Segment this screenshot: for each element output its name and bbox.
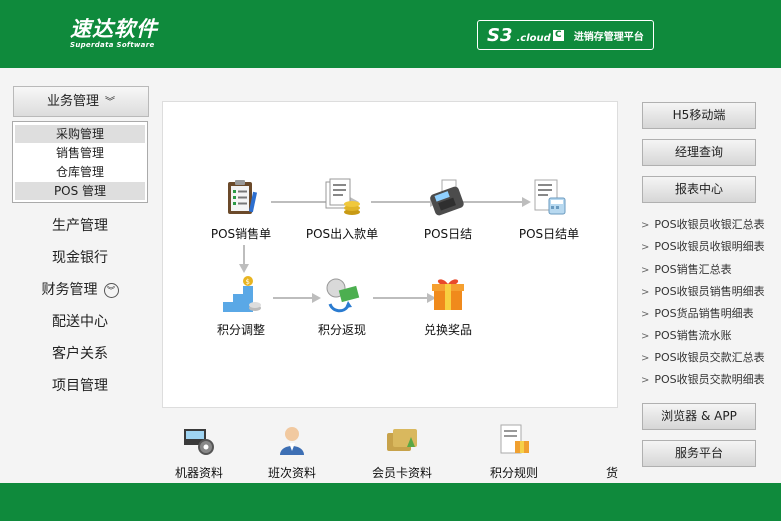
flow-points-return[interactable]: 积分返现 bbox=[300, 274, 384, 338]
flow-pos-daily[interactable]: POS日结 bbox=[406, 178, 490, 242]
report-link-label: POS收银员收银明细表 bbox=[654, 240, 765, 253]
report-link[interactable]: > POS收银员收银明细表 bbox=[641, 238, 765, 254]
business-submenu: 采购管理 销售管理 仓库管理 POS 管理 bbox=[12, 121, 148, 203]
tool-points-rules-label: 积分规则 bbox=[489, 466, 538, 480]
chevron-right-icon: > bbox=[641, 242, 650, 253]
report-link[interactable]: > POS销售流水账 bbox=[641, 327, 732, 343]
double-chevron-down-icon: ︾ bbox=[105, 97, 115, 108]
report-link-label: POS收银员销售明细表 bbox=[654, 285, 765, 298]
chevron-right-icon: > bbox=[641, 331, 650, 342]
report-calculator-icon bbox=[534, 179, 566, 215]
h5-mobile-button[interactable]: H5移动端 bbox=[642, 102, 756, 129]
chevron-right-icon: > bbox=[641, 287, 650, 298]
flow-arrow-down bbox=[239, 245, 249, 273]
report-link[interactable]: > POS收银员交款汇总表 bbox=[641, 349, 765, 365]
chevron-right-icon: > bbox=[641, 265, 650, 276]
submenu-item-warehouse[interactable]: 仓库管理 bbox=[15, 163, 145, 181]
flow-pos-sales[interactable]: POS销售单 bbox=[199, 178, 283, 242]
product-badge: S3 .cloud C 进销存管理平台 bbox=[477, 20, 654, 50]
tool-member-card[interactable]: 会员卡资料 bbox=[357, 423, 447, 481]
report-link[interactable]: > POS收银员交款明细表 bbox=[641, 371, 765, 387]
badge-title: 进销存管理平台 bbox=[573, 31, 644, 43]
flow-pos-daily-label: POS日结 bbox=[423, 227, 473, 241]
logo-text: 速达软件 bbox=[70, 17, 158, 41]
tool-goods[interactable]: 货品 bbox=[573, 423, 618, 481]
flow-pos-daily-bill[interactable]: POS日结单 bbox=[507, 178, 591, 242]
card-terminal-icon bbox=[430, 179, 464, 216]
browser-app-button[interactable]: 浏览器 & APP bbox=[642, 403, 756, 430]
coin-stairs-icon: $ bbox=[223, 276, 261, 312]
flow-points-adjust[interactable]: $ 积分调整 bbox=[199, 274, 283, 338]
business-management-button[interactable]: 业务管理 ︾ bbox=[13, 86, 149, 117]
menu-item-finance-label: 财务管理 bbox=[41, 282, 98, 298]
tool-shift-data-label: 班次资料 bbox=[267, 466, 316, 480]
svg-text:$: $ bbox=[246, 278, 250, 286]
flow-redeem-prize[interactable]: 兑换奖品 bbox=[406, 274, 490, 338]
report-link[interactable]: > POS收银员收银汇总表 bbox=[641, 216, 765, 232]
pos-tools-row: 机器资料 班次资料 会员卡资料 积分规则 货品 bbox=[160, 409, 618, 483]
business-management-label: 业务管理 bbox=[46, 94, 99, 109]
submenu-item-pos[interactable]: POS 管理 bbox=[15, 182, 145, 200]
bill-coins-icon bbox=[325, 178, 360, 215]
flow-points-adjust-label: 积分调整 bbox=[216, 323, 265, 337]
report-center-button[interactable]: 报表中心 bbox=[642, 176, 756, 203]
flow-pos-cash[interactable]: POS出入款单 bbox=[300, 178, 384, 242]
chevron-right-icon: > bbox=[641, 309, 650, 320]
submenu-item-sales[interactable]: 销售管理 bbox=[15, 144, 145, 162]
submenu-item-purchase[interactable]: 采购管理 bbox=[15, 125, 145, 143]
flow-redeem-prize-label: 兑换奖品 bbox=[423, 323, 472, 337]
machine-gear-icon bbox=[184, 429, 214, 455]
chevron-right-icon: > bbox=[641, 353, 650, 364]
flow-pos-cash-label: POS出入款单 bbox=[305, 227, 379, 241]
report-link[interactable]: > POS销售汇总表 bbox=[641, 261, 732, 277]
tool-member-card-label: 会员卡资料 bbox=[371, 466, 432, 480]
goods-box-icon bbox=[601, 423, 618, 457]
report-link-label: POS收银员交款明细表 bbox=[654, 373, 765, 386]
clipboard-icon bbox=[228, 180, 258, 214]
chevron-right-icon: > bbox=[641, 375, 650, 386]
header-bar: 速达软件 Superdata Software S3 .cloud C 进销存管… bbox=[0, 0, 781, 68]
report-link-label: POS收银员收银汇总表 bbox=[654, 218, 765, 231]
menu-item-cash-bank[interactable]: 现金银行 bbox=[12, 247, 148, 267]
flow-pos-daily-bill-label: POS日结单 bbox=[518, 227, 580, 241]
tool-machine-data-label: 机器资料 bbox=[174, 466, 223, 480]
report-link[interactable]: > POS货品销售明细表 bbox=[641, 305, 754, 321]
user-icon bbox=[280, 427, 304, 455]
badge-cloud: .cloud bbox=[516, 32, 551, 44]
menu-item-project[interactable]: 项目管理 bbox=[12, 375, 148, 395]
flow-points-return-label: 积分返现 bbox=[317, 323, 366, 337]
report-link-label: POS收银员交款汇总表 bbox=[654, 351, 765, 364]
brand-logo: 速达软件 Superdata Software bbox=[70, 18, 158, 49]
service-platform-button[interactable]: 服务平台 bbox=[642, 440, 756, 467]
cashback-icon bbox=[326, 278, 360, 313]
rules-document-icon bbox=[500, 424, 529, 454]
manager-query-button[interactable]: 经理查询 bbox=[642, 139, 756, 166]
report-link-label: POS货品销售明细表 bbox=[654, 307, 754, 320]
pos-flow-panel: POS销售单 POS出入款单 POS日结 POS日结单 $ 积分调整 积分返现 … bbox=[162, 101, 618, 408]
chevron-right-icon: > bbox=[641, 220, 650, 231]
tool-shift-data[interactable]: 班次资料 bbox=[247, 423, 337, 481]
report-link[interactable]: > POS收银员销售明细表 bbox=[641, 283, 765, 299]
report-link-label: POS销售汇总表 bbox=[654, 263, 732, 276]
menu-item-finance[interactable]: 财务管理 ︾ bbox=[12, 279, 148, 299]
badge-s3: S3 bbox=[487, 24, 513, 46]
flow-pos-sales-label: POS销售单 bbox=[210, 227, 272, 241]
footer-bar bbox=[0, 483, 781, 521]
gift-box-icon bbox=[432, 279, 464, 310]
member-card-icon bbox=[387, 429, 417, 451]
menu-item-customer[interactable]: 客户关系 bbox=[12, 343, 148, 363]
badge-c-icon: C bbox=[552, 29, 564, 41]
report-link-label: POS销售流水账 bbox=[654, 329, 732, 342]
tool-machine-data[interactable]: 机器资料 bbox=[160, 423, 244, 481]
tool-goods-label: 货品 bbox=[605, 466, 618, 480]
logo-subtitle: Superdata Software bbox=[70, 41, 155, 49]
menu-item-distribution[interactable]: 配送中心 bbox=[12, 311, 148, 331]
circle-chevron-down-icon: ︾ bbox=[103, 283, 119, 298]
tool-points-rules[interactable]: 积分规则 bbox=[469, 423, 559, 481]
menu-item-production[interactable]: 生产管理 bbox=[12, 215, 148, 235]
